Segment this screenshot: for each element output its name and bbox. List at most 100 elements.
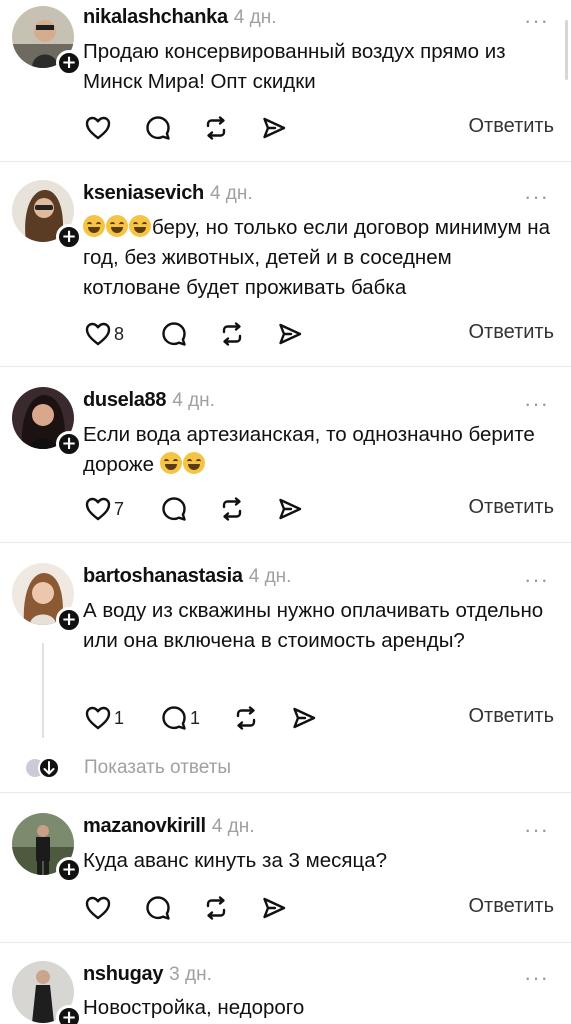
- comment-header: kseniasevich 4 дн.: [83, 182, 253, 205]
- joy-emoji-icon: [182, 452, 205, 474]
- rofl-emoji-icon: [129, 215, 151, 237]
- comment-header: bartoshanastasia 4 дн.: [83, 565, 291, 588]
- heart-icon: [84, 704, 112, 732]
- comment: + bartoshanastasia 4 дн. ··· А воду из ск…: [0, 543, 571, 793]
- follow-plus-icon[interactable]: +: [56, 431, 82, 457]
- follow-plus-icon[interactable]: +: [56, 607, 82, 633]
- comment-button[interactable]: [160, 319, 188, 349]
- repost-icon: [202, 894, 230, 922]
- comment-bubble-icon: [160, 320, 188, 348]
- heart-icon: [84, 320, 112, 348]
- comment: + dusela88 4 дн. ··· Если вода артезианск…: [0, 367, 571, 543]
- repost-button[interactable]: [232, 703, 260, 733]
- repost-button[interactable]: [218, 319, 246, 349]
- username[interactable]: nikalashchanka: [83, 6, 228, 28]
- comment-button[interactable]: [144, 893, 172, 923]
- replies-avatar-icon[interactable]: [22, 755, 64, 781]
- share-button[interactable]: [276, 319, 304, 349]
- heart-icon: [84, 894, 112, 922]
- comment-text: Куда аванс кинуть за 3 месяца?: [83, 849, 388, 872]
- more-dots-icon[interactable]: ···: [524, 967, 549, 989]
- comment-header: nikalashchanka 4 дн.: [83, 6, 276, 29]
- comment-text: Новостройка, недорого: [83, 996, 305, 1019]
- comment-header: mazanovkirill 4 дн.: [83, 815, 255, 838]
- comment: + mazanovkirill 4 дн. ··· Куда аванс кину…: [0, 793, 571, 943]
- like-button[interactable]: 7: [84, 494, 124, 524]
- repost-button[interactable]: [202, 113, 230, 143]
- follow-plus-icon[interactable]: +: [56, 50, 82, 76]
- comment-bubble-icon: [144, 894, 172, 922]
- comment-bubble-icon: [160, 704, 188, 732]
- share-button[interactable]: [260, 893, 288, 923]
- send-icon: [276, 320, 304, 348]
- comment-text: Продаю консервированный воздух прямо из …: [83, 40, 506, 93]
- more-dots-icon[interactable]: ···: [524, 819, 549, 841]
- follow-plus-icon[interactable]: +: [56, 857, 82, 883]
- like-button[interactable]: 1: [84, 703, 124, 733]
- timestamp: 4 дн.: [211, 816, 255, 837]
- avatar-wrap[interactable]: +: [12, 180, 82, 250]
- like-count: 8: [114, 323, 125, 344]
- comment-bubble-icon: [144, 114, 172, 142]
- send-icon: [290, 704, 318, 732]
- avatar-wrap[interactable]: +: [12, 813, 82, 883]
- comment-text-body: Если вода артезианская, то однозначно бе…: [83, 423, 535, 476]
- comment-header: dusela88 4 дн.: [83, 389, 215, 412]
- comment-text: беру, но только если договор минимум на …: [83, 213, 553, 303]
- like-button[interactable]: 8: [84, 319, 124, 349]
- reply-count: 1: [190, 707, 201, 728]
- follow-plus-icon[interactable]: +: [56, 1005, 82, 1024]
- timestamp: 4 дн.: [248, 566, 292, 587]
- reply-button[interactable]: Ответить: [469, 496, 555, 519]
- avatar-wrap[interactable]: +: [12, 6, 82, 76]
- more-dots-icon[interactable]: ···: [524, 10, 549, 32]
- share-button[interactable]: [260, 113, 288, 143]
- timestamp: 4 дн.: [172, 390, 215, 411]
- like-button[interactable]: [84, 893, 112, 923]
- avatar-wrap[interactable]: +: [12, 961, 82, 1024]
- more-dots-icon[interactable]: ···: [524, 569, 549, 591]
- username[interactable]: dusela88: [83, 389, 167, 411]
- scrollbar[interactable]: [565, 20, 568, 80]
- repost-icon: [218, 495, 246, 523]
- username[interactable]: bartoshanastasia: [83, 565, 243, 587]
- share-button[interactable]: [276, 494, 304, 524]
- comment-button[interactable]: [144, 113, 172, 143]
- send-icon: [276, 495, 304, 523]
- repost-icon: [202, 114, 230, 142]
- username[interactable]: mazanovkirill: [83, 815, 206, 837]
- repost-button[interactable]: [218, 494, 246, 524]
- reply-button[interactable]: Ответить: [469, 705, 555, 728]
- share-button[interactable]: [290, 703, 318, 733]
- comment-button[interactable]: [160, 494, 188, 524]
- username[interactable]: kseniasevich: [83, 182, 204, 204]
- reply-button[interactable]: Ответить: [469, 321, 555, 344]
- timestamp: 4 дн.: [209, 183, 253, 204]
- action-bar: Ответить: [84, 113, 554, 143]
- repost-icon: [218, 320, 246, 348]
- repost-button[interactable]: [202, 893, 230, 923]
- follow-plus-icon[interactable]: +: [56, 224, 82, 250]
- heart-icon: [84, 495, 112, 523]
- comment: + nshugay 3 дн. ··· Новостройка, недорого: [0, 943, 571, 1024]
- more-dots-icon[interactable]: ···: [524, 186, 549, 208]
- like-count: 1: [114, 707, 125, 728]
- rofl-emoji-icon: [106, 215, 128, 237]
- avatar-wrap[interactable]: +: [12, 387, 82, 457]
- show-replies-link[interactable]: Показать ответы: [84, 757, 231, 779]
- username[interactable]: nshugay: [83, 963, 163, 985]
- comment-text: А воду из скважины нужно оплачивать отде…: [83, 599, 544, 652]
- reply-button[interactable]: Ответить: [469, 115, 555, 138]
- like-button[interactable]: [84, 113, 112, 143]
- timestamp: 4 дн.: [233, 7, 277, 28]
- more-dots-icon[interactable]: ···: [524, 393, 549, 415]
- avatar-wrap[interactable]: +: [12, 563, 82, 633]
- comment-text-body: беру, но только если договор минимум на …: [83, 216, 551, 299]
- rofl-emoji-icon: [159, 452, 182, 474]
- rofl-emoji-icon: [83, 215, 105, 237]
- comment-button[interactable]: 1: [160, 703, 200, 733]
- timestamp: 3 дн.: [169, 964, 212, 985]
- reply-button[interactable]: Ответить: [469, 895, 555, 918]
- action-bar: 1 1 Ответить: [84, 703, 554, 733]
- comment: + kseniasevich 4 дн. ··· беру, но только …: [0, 162, 571, 367]
